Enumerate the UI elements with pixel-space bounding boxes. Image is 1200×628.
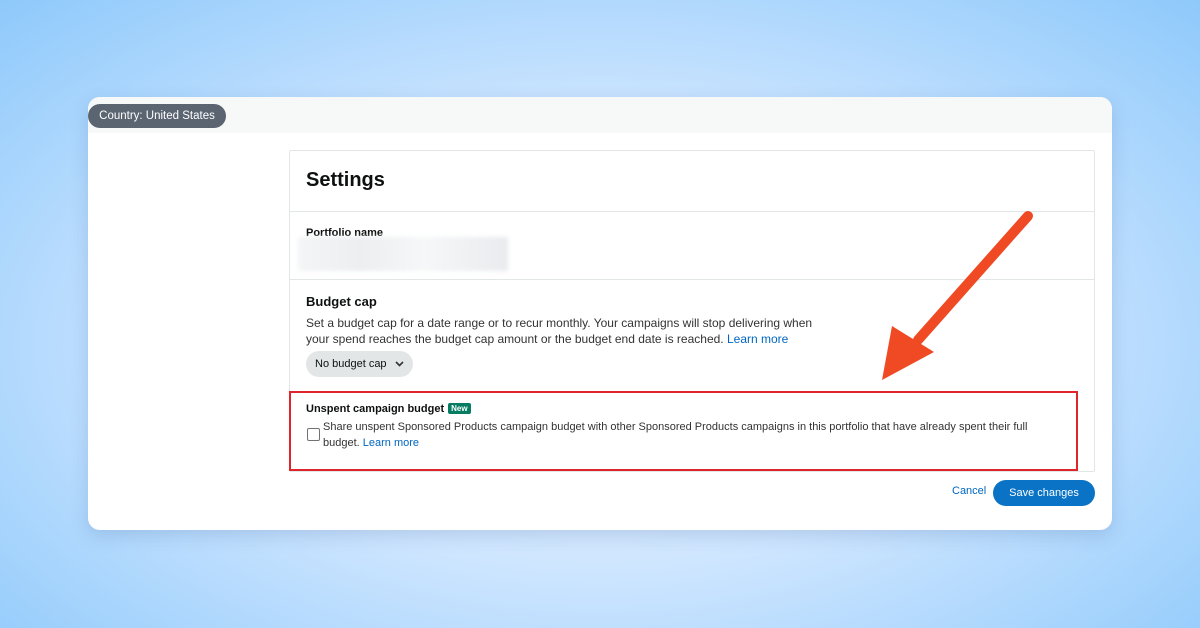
- arrow-icon: [882, 211, 1033, 380]
